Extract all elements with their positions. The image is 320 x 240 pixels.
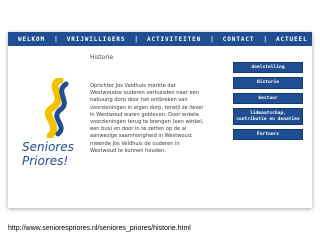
sidebar-menu: doelstelling Historie bestuur lidmaatsch… bbox=[233, 62, 303, 144]
logo-text: Seniores Priores! bbox=[22, 140, 74, 168]
nav-separator: | bbox=[210, 35, 214, 43]
sidebar-button-historie[interactable]: Historie bbox=[233, 77, 303, 89]
main-navigation: WELKOM | VRIJWILLIGERS | ACTIVITEITEN | … bbox=[8, 32, 312, 46]
nav-activiteiten[interactable]: ACTIVITEITEN bbox=[147, 36, 201, 43]
nav-separator: | bbox=[263, 35, 267, 43]
logo-figure-icon bbox=[44, 78, 69, 138]
sidebar-button-partners[interactable]: Partners bbox=[233, 129, 303, 141]
seniores-priores-logo[interactable]: Seniores Priores! bbox=[22, 78, 88, 178]
page-title: Historie bbox=[90, 54, 114, 61]
nav-separator: | bbox=[54, 35, 58, 43]
status-url: http://www.seniorespriores.nl/seniores_p… bbox=[8, 225, 191, 232]
browser-frame: WELKOM | VRIJWILLIGERS | ACTIVITEITEN | … bbox=[8, 32, 312, 208]
sidebar-button-lidmaatschap[interactable]: lidmaatschap, contributie en donaties bbox=[233, 108, 303, 126]
nav-contact[interactable]: CONTACT bbox=[223, 36, 255, 43]
nav-actueel[interactable]: ACTUEEL bbox=[276, 36, 308, 43]
sidebar-button-bestuur[interactable]: bestuur bbox=[233, 92, 303, 105]
nav-vrijwilligers[interactable]: VRIJWILLIGERS bbox=[67, 36, 126, 43]
sidebar-button-doelstelling[interactable]: doelstelling bbox=[233, 62, 303, 74]
history-text: Oprichter Jos Veldhuis merkte dat Westwo… bbox=[90, 83, 204, 154]
nav-separator: | bbox=[134, 35, 138, 43]
nav-welkom[interactable]: WELKOM bbox=[8, 36, 45, 43]
